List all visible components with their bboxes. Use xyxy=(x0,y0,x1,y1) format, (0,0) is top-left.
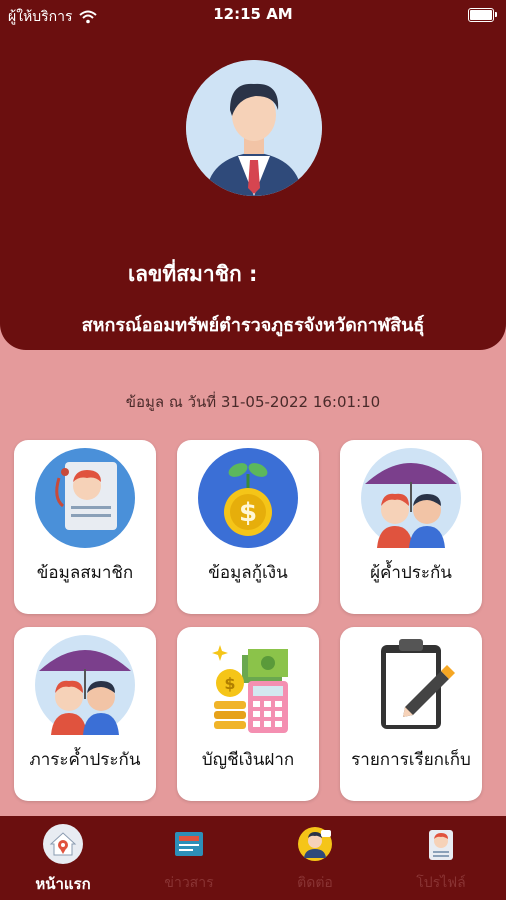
tab-home[interactable]: หน้าแรก xyxy=(0,816,126,900)
tab-profile[interactable]: โปรไฟล์ xyxy=(378,816,504,900)
bottom-tab-bar: หน้าแรก ข่าวสาร ติดต่อ โปรไฟล์ xyxy=(0,816,506,900)
tab-label: โปรไฟล์ xyxy=(416,875,466,891)
profile-icon xyxy=(421,824,461,864)
menu-card-label: ข้อมูลกู้เงิน xyxy=(208,563,288,583)
data-as-of-date: ข้อมูล ณ วันที่ 31-05-2022 16:01:10 xyxy=(125,393,381,411)
menu-card-deposit-account[interactable]: $ บัญชีเงินฝาก xyxy=(177,627,319,801)
menu-card-label: ผู้ค้ำประกัน xyxy=(370,563,452,583)
menu-card-guarantee-burden[interactable]: ภาระค้ำประกัน xyxy=(14,627,156,801)
menu-card-guarantor[interactable]: ผู้ค้ำประกัน xyxy=(340,440,482,614)
tab-label: ข่าวสาร xyxy=(164,875,214,891)
menu-card-billing-list[interactable]: รายการเรียกเก็บ xyxy=(340,627,482,801)
tab-label: หน้าแรก xyxy=(35,875,91,893)
battery-icon xyxy=(468,8,497,22)
contact-icon xyxy=(295,824,335,864)
deposit-account-icon: $ xyxy=(198,635,298,735)
news-icon xyxy=(169,824,209,864)
tab-news[interactable]: ข่าวสาร xyxy=(126,816,252,900)
guarantee-burden-icon xyxy=(35,635,135,735)
guarantor-umbrella-icon xyxy=(361,448,461,548)
menu-card-label: รายการเรียกเก็บ xyxy=(351,750,471,770)
money-plant-icon: $ xyxy=(198,448,298,548)
home-icon xyxy=(43,824,83,864)
svg-text:$: $ xyxy=(239,498,257,528)
member-card-icon xyxy=(35,448,135,548)
status-bar: ผู้ให้บริการ 12:15 AM xyxy=(0,0,506,30)
member-number-label: เลขที่สมาชิก : xyxy=(128,262,258,286)
menu-card-label: บัญชีเงินฝาก xyxy=(201,750,295,770)
avatar xyxy=(186,60,322,196)
menu-card-loan-info[interactable]: $ ข้อมูลกู้เงิน xyxy=(177,440,319,614)
status-time: 12:15 AM xyxy=(213,5,293,23)
tab-label: ติดต่อ xyxy=(297,875,333,891)
billing-clipboard-icon xyxy=(361,635,461,735)
svg-text:$: $ xyxy=(224,674,235,693)
menu-card-member-info[interactable]: ข้อมูลสมาชิก xyxy=(14,440,156,614)
coop-name: สหกรณ์ออมทรัพย์ตำรวจภูธรจังหวัดกาฬสินธุ์ xyxy=(81,315,425,336)
tab-contact[interactable]: ติดต่อ xyxy=(252,816,378,900)
profile-header: เลขที่สมาชิก : สหกรณ์ออมทรัพย์ตำรวจภูธรจ… xyxy=(0,0,506,350)
menu-card-label: ภาระค้ำประกัน xyxy=(29,750,141,770)
menu-card-label: ข้อมูลสมาชิก xyxy=(36,563,134,583)
